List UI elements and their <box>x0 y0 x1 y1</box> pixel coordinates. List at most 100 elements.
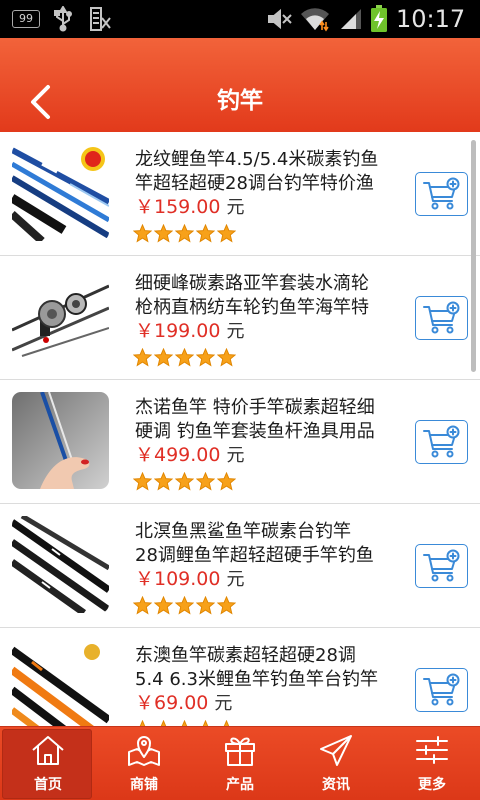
nav-item-news[interactable]: 资讯 <box>288 727 384 800</box>
star-icon <box>217 472 236 491</box>
notification-count: 99 <box>19 12 33 25</box>
add-to-cart-icon <box>423 673 460 706</box>
product-image[interactable] <box>12 516 109 613</box>
header-bar: 钓竿 <box>0 38 480 132</box>
star-icon <box>196 348 215 367</box>
product-image[interactable] <box>12 392 109 489</box>
star-icon <box>133 472 152 491</box>
notification-count-icon: 99 <box>12 10 40 28</box>
usb-icon <box>54 6 72 32</box>
list-scrollbar[interactable] <box>471 140 476 372</box>
price-line: ￥159.00 元 <box>135 195 244 219</box>
add-to-cart-icon <box>423 549 460 582</box>
rating-stars <box>133 472 238 492</box>
product-row[interactable]: 细硬峰碳素路亚竿套装水滴轮 枪柄直柄纺车轮钓鱼竿海竿特 ￥199.00 元 <box>0 256 480 380</box>
star-icon <box>175 224 194 243</box>
price-unit: 元 <box>226 569 245 590</box>
back-button[interactable] <box>20 78 60 126</box>
add-to-cart-button[interactable] <box>415 420 468 464</box>
status-bar: 99 10:17 <box>0 0 480 38</box>
product-price: ￥159.00 <box>135 196 221 218</box>
product-row[interactable]: 杰诺鱼竿 特价手竿碳素超轻细 硬调 钓鱼竿套装鱼杆渔具用品 ￥499.00 元 <box>0 380 480 504</box>
paper-plane-icon <box>320 735 352 766</box>
product-row[interactable]: 龙纹鲤鱼竿4.5/5.4米碳素钓鱼 竿超轻超硬28调台钓竿特价渔 ￥159.00… <box>0 132 480 256</box>
add-to-cart-button[interactable] <box>415 544 468 588</box>
nav-label: 商铺 <box>130 777 158 793</box>
price-line: ￥69.00 元 <box>135 691 232 715</box>
clock: 10:17 <box>396 5 466 33</box>
bottom-nav: 首页 商铺 产品 资讯 更多 <box>0 726 480 800</box>
product-title-line[interactable]: 枪柄直柄纺车轮钓鱼竿海竿特 <box>135 296 397 320</box>
sliders-icon <box>416 736 448 764</box>
add-to-cart-icon <box>423 177 460 210</box>
product-title-line[interactable]: 龙纹鲤鱼竿4.5/5.4米碳素钓鱼 <box>135 148 397 172</box>
star-icon <box>217 348 236 367</box>
star-icon <box>196 472 215 491</box>
star-icon <box>175 348 194 367</box>
product-price: ￥499.00 <box>135 444 221 466</box>
product-image[interactable] <box>12 268 109 365</box>
product-title-line[interactable]: 杰诺鱼竿 特价手竿碳素超轻细 <box>135 396 397 420</box>
product-title-line[interactable]: 硬调 钓鱼竿套装鱼杆渔具用品 <box>135 420 397 444</box>
product-title-line[interactable]: 东澳鱼竿碳素超轻超硬28调 <box>135 644 397 668</box>
product-image[interactable] <box>12 144 109 241</box>
star-icon <box>154 224 173 243</box>
app-screen: 99 10:17 钓竿 龙纹鲤鱼竿4.5/5.4米碳素钓鱼 竿超轻超硬28调台钓… <box>0 0 480 800</box>
star-icon <box>133 596 152 615</box>
star-icon <box>133 348 152 367</box>
price-unit: 元 <box>226 445 245 466</box>
product-price: ￥69.00 <box>135 692 209 714</box>
rating-stars <box>133 348 238 368</box>
wifi-icon <box>301 8 329 32</box>
product-title-line[interactable]: 北溟鱼黑鲨鱼竿碳素台钓竿 <box>135 520 397 544</box>
price-line: ￥499.00 元 <box>135 443 244 467</box>
nav-item-products[interactable]: 产品 <box>192 727 288 800</box>
signal-icon <box>341 9 361 29</box>
star-icon <box>196 224 215 243</box>
add-to-cart-button[interactable] <box>415 668 468 712</box>
nav-item-shops[interactable]: 商铺 <box>96 727 192 800</box>
product-list[interactable]: 龙纹鲤鱼竿4.5/5.4米碳素钓鱼 竿超轻超硬28调台钓竿特价渔 ￥159.00… <box>0 132 480 726</box>
price-unit: 元 <box>214 693 233 714</box>
product-image[interactable] <box>12 640 109 726</box>
back-arrow-icon <box>31 85 50 119</box>
star-icon <box>217 596 236 615</box>
star-icon <box>175 472 194 491</box>
nav-item-more[interactable]: 更多 <box>384 727 480 800</box>
nav-label: 更多 <box>418 777 446 793</box>
product-title-line[interactable]: 细硬峰碳素路亚竿套装水滴轮 <box>135 272 397 296</box>
product-title-line[interactable]: 5.4 6.3米鲤鱼竿钓鱼竿台钓竿 <box>135 668 397 692</box>
product-row[interactable]: 北溟鱼黑鲨鱼竿碳素台钓竿 28调鲤鱼竿超轻超硬手竿钓鱼 ￥109.00 元 <box>0 504 480 628</box>
page-title: 钓竿 <box>217 88 263 114</box>
nav-label: 资讯 <box>322 777 350 793</box>
add-to-cart-icon <box>423 301 460 334</box>
nav-item-home[interactable]: 首页 <box>0 727 96 800</box>
home-icon <box>32 736 64 765</box>
product-price: ￥199.00 <box>135 320 221 342</box>
nav-label: 首页 <box>34 777 62 793</box>
product-price: ￥109.00 <box>135 568 221 590</box>
price-line: ￥109.00 元 <box>135 567 244 591</box>
gift-icon <box>225 737 255 766</box>
nav-label: 产品 <box>226 777 254 793</box>
map-pin-icon <box>128 736 160 766</box>
mute-icon <box>268 8 292 30</box>
star-icon <box>154 472 173 491</box>
price-unit: 元 <box>226 321 245 342</box>
price-line: ￥199.00 元 <box>135 319 244 343</box>
add-to-cart-icon <box>423 425 460 458</box>
product-title-line[interactable]: 28调鲤鱼竿超轻超硬手竿钓鱼 <box>135 544 397 568</box>
document-icon <box>90 7 111 31</box>
price-unit: 元 <box>226 197 245 218</box>
star-icon <box>154 348 173 367</box>
star-icon <box>133 224 152 243</box>
add-to-cart-button[interactable] <box>415 296 468 340</box>
product-title-line[interactable]: 竿超轻超硬28调台钓竿特价渔 <box>135 172 397 196</box>
product-row[interactable]: 东澳鱼竿碳素超轻超硬28调 5.4 6.3米鲤鱼竿钓鱼竿台钓竿 ￥69.00 元 <box>0 628 480 726</box>
add-to-cart-button[interactable] <box>415 172 468 216</box>
battery-charging-icon <box>371 5 387 32</box>
star-icon <box>154 596 173 615</box>
rating-stars <box>133 224 238 244</box>
star-icon <box>175 596 194 615</box>
rating-stars <box>133 596 238 616</box>
